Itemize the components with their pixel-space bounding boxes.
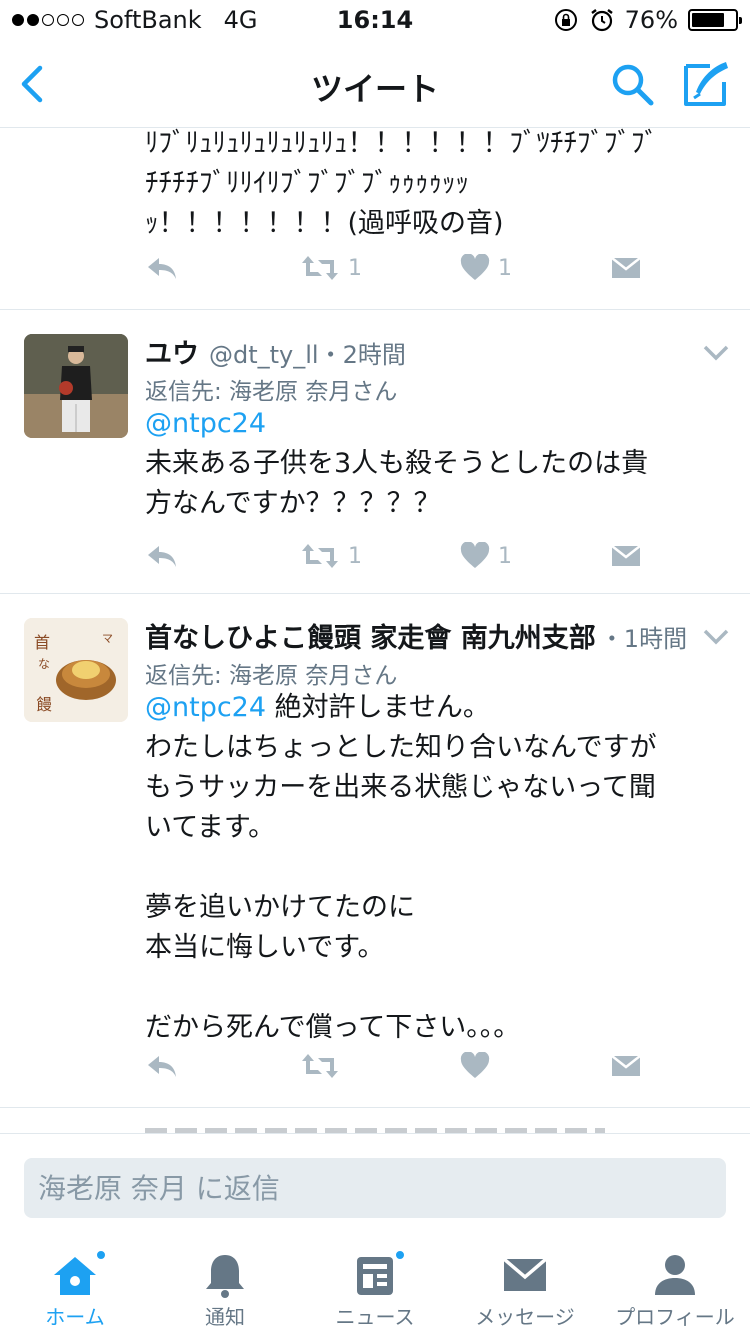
avatar-image: 首 な 饅 マ — [24, 618, 128, 722]
reply-icon — [148, 1056, 176, 1077]
like-count: 1 — [498, 255, 512, 281]
tweet-author-name[interactable]: ユウ — [145, 332, 199, 371]
tab-notifications[interactable]: 通知 — [150, 1233, 300, 1334]
tab-label: メッセージ — [475, 1305, 575, 1329]
reply-icon — [148, 546, 176, 567]
bell-icon — [206, 1255, 244, 1298]
reply-bar — [0, 1133, 750, 1233]
network-type: 4G — [223, 6, 258, 34]
envelope-icon — [502, 1257, 548, 1291]
envelope-icon — [611, 1055, 641, 1076]
svg-text:な: な — [38, 657, 50, 671]
tweet-text: 未来ある子供を3人も殺そうとしたのは貴 方なんですか？？？？？ — [145, 448, 649, 519]
signal-strength-icon — [12, 14, 84, 26]
heart-icon — [460, 542, 490, 568]
person-icon — [655, 1255, 695, 1295]
reply-button[interactable] — [145, 536, 179, 576]
direct-message-button[interactable] — [610, 248, 642, 288]
tweet[interactable]: ユウ @dt_ty_ll・2時間 返信先: 海老原 奈月さん @ntpc24 未… — [0, 310, 750, 594]
like-button[interactable]: 1 — [460, 248, 512, 288]
svg-text:首: 首 — [34, 633, 50, 652]
alarm-icon — [590, 9, 613, 32]
avatar-image — [24, 334, 128, 438]
news-icon — [357, 1257, 393, 1295]
search-icon[interactable] — [608, 60, 656, 108]
chevron-down-icon[interactable] — [702, 626, 730, 648]
home-icon — [54, 1257, 96, 1295]
tab-messages[interactable]: メッセージ — [450, 1233, 600, 1334]
avatar[interactable] — [24, 334, 128, 438]
tweet-text: ﾘﾌﾞﾘｭﾘｭﾘｭﾘｭﾘｭﾘｭ！！！！！！ﾌﾞﾂﾁﾁﾌﾞﾌﾞﾌﾞ ﾁﾁﾁﾁﾌﾞﾘ… — [145, 128, 658, 239]
envelope-icon — [611, 257, 641, 278]
tab-profile[interactable]: プロフィール — [600, 1233, 750, 1334]
tab-label: ニュース — [335, 1305, 415, 1329]
tweet-mention[interactable]: @ntpc24 — [145, 404, 725, 444]
mention-link[interactable]: @ntpc24 — [145, 408, 266, 439]
tweet-text: わたしはちょっとした知り合いなんですが もうサッカーを出来る状態じゃないって聞 … — [145, 732, 657, 1043]
svg-text:マ: マ — [102, 632, 113, 645]
tab-bar: ホーム 通知 ニュース メッセージ プロフィール — [0, 1233, 750, 1334]
reply-button[interactable] — [145, 1046, 179, 1086]
avatar[interactable]: 首 な 饅 マ — [24, 618, 128, 722]
envelope-icon — [611, 545, 641, 566]
direct-message-button[interactable] — [610, 1046, 642, 1086]
heart-icon — [460, 1052, 490, 1078]
tweet-text-start: 絶対許しません。 — [266, 692, 490, 723]
status-bar: SoftBank 4G 16:14 76% — [0, 0, 750, 40]
retweet-button[interactable] — [300, 1046, 340, 1086]
news-badge-dot — [394, 1249, 406, 1261]
tab-home[interactable]: ホーム — [0, 1233, 150, 1334]
battery-icon — [688, 9, 742, 31]
tweet-handle-time: ・1時間 — [599, 625, 688, 653]
tab-label: ホーム — [45, 1305, 105, 1329]
timeline[interactable]: ﾘﾌﾞﾘｭﾘｭﾘｭﾘｭﾘｭﾘｭ！！！！！！ﾌﾞﾂﾁﾁﾌﾞﾌﾞﾌﾞ ﾁﾁﾁﾁﾌﾞﾘ… — [0, 128, 750, 1133]
tweet-text-first-line: @ntpc24 絶対許しません。 — [145, 688, 725, 728]
retweet-count: 1 — [348, 255, 362, 281]
direct-message-button[interactable] — [610, 536, 642, 576]
svg-text:饅: 饅 — [36, 695, 52, 714]
like-count: 1 — [498, 543, 512, 569]
tweet[interactable]: 首 な 饅 マ 首なしひよこ饅頭 家走會 南九州支部 ・1時間 返信先: 海老原… — [0, 594, 750, 1108]
tweet[interactable]: ﾘﾌﾞﾘｭﾘｭﾘｭﾘｭﾘｭﾘｭ！！！！！！ﾌﾞﾂﾁﾁﾌﾞﾌﾞﾌﾞ ﾁﾁﾁﾁﾌﾞﾘ… — [0, 128, 750, 310]
tweet-handle-time: @dt_ty_ll・2時間 — [209, 341, 406, 369]
tab-news[interactable]: ニュース — [300, 1233, 450, 1334]
like-button[interactable]: 1 — [460, 536, 512, 576]
tweet-actions — [145, 1046, 665, 1086]
reply-icon — [148, 258, 176, 279]
reply-to-label[interactable]: 返信先: 海老原 奈月さん — [145, 372, 397, 406]
chevron-down-icon[interactable] — [702, 342, 730, 364]
carrier-name: SoftBank — [94, 6, 202, 34]
tweet-actions: 1 1 — [145, 536, 665, 576]
battery-percent: 76% — [624, 6, 678, 34]
tab-label: 通知 — [205, 1305, 245, 1329]
tweet-actions: 1 1 — [145, 248, 665, 288]
reply-to-label[interactable]: 返信先: 海老原 奈月さん — [145, 656, 397, 690]
retweet-button[interactable]: 1 — [300, 536, 362, 576]
home-badge-dot — [95, 1249, 107, 1261]
mention-link[interactable]: @ntpc24 — [145, 692, 266, 723]
tweet-author-name[interactable]: 首なしひよこ饅頭 家走會 南九州支部 — [145, 616, 596, 655]
like-button[interactable] — [460, 1046, 490, 1086]
retweet-button[interactable]: 1 — [300, 248, 362, 288]
compose-icon[interactable] — [680, 58, 732, 110]
reply-input[interactable] — [24, 1158, 726, 1218]
retweet-count: 1 — [348, 543, 362, 569]
retweet-icon — [302, 256, 338, 280]
rotation-lock-icon — [554, 9, 577, 31]
retweet-icon — [302, 1054, 338, 1078]
nav-bar: ツイート — [0, 40, 750, 128]
tab-label: プロフィール — [615, 1305, 735, 1329]
heart-icon — [460, 254, 490, 280]
reply-button[interactable] — [145, 248, 179, 288]
retweet-icon — [302, 544, 338, 568]
